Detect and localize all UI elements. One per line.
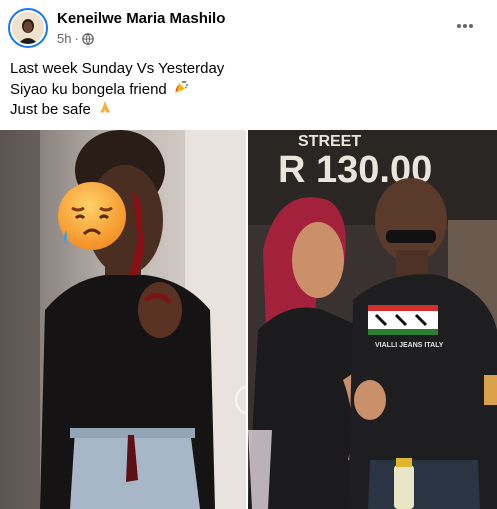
globe-icon	[81, 32, 94, 45]
shirt-text: VIALLI JEANS ITALY	[375, 342, 444, 349]
photo-left[interactable]	[0, 130, 246, 509]
folded-hands-icon	[97, 99, 113, 121]
post-text-line-2: Siyao ku bongela friend	[10, 79, 224, 99]
photo-right[interactable]: STREET R 130.00 VIALLI JEANS ITALY	[248, 130, 497, 509]
facebook-post: Keneilwe Maria Mashilo 5h · Last week Su…	[0, 0, 497, 509]
meta-separator: ·	[74, 31, 79, 46]
post-text-line-3: Just be safe	[10, 99, 224, 119]
post-text: Last week Sunday Vs Yesterday Siyao ku b…	[10, 59, 224, 119]
post-header: Keneilwe Maria Mashilo 5h ·	[0, 0, 497, 56]
avatar[interactable]	[8, 8, 48, 48]
avatar-image	[12, 12, 44, 44]
post-text-line-1: Last week Sunday Vs Yesterday	[10, 60, 225, 77]
sign-text: STREET	[298, 133, 361, 150]
author-name[interactable]: Keneilwe Maria Mashilo	[57, 10, 225, 27]
more-options-icon[interactable]	[453, 14, 477, 38]
post-meta: 5h ·	[57, 31, 94, 46]
post-time[interactable]: 5h	[57, 31, 71, 46]
photo-grid: STREET R 130.00 VIALLI JEANS ITALY	[0, 130, 497, 509]
pensive-face-emoji	[54, 178, 130, 254]
party-popper-icon	[173, 79, 189, 101]
